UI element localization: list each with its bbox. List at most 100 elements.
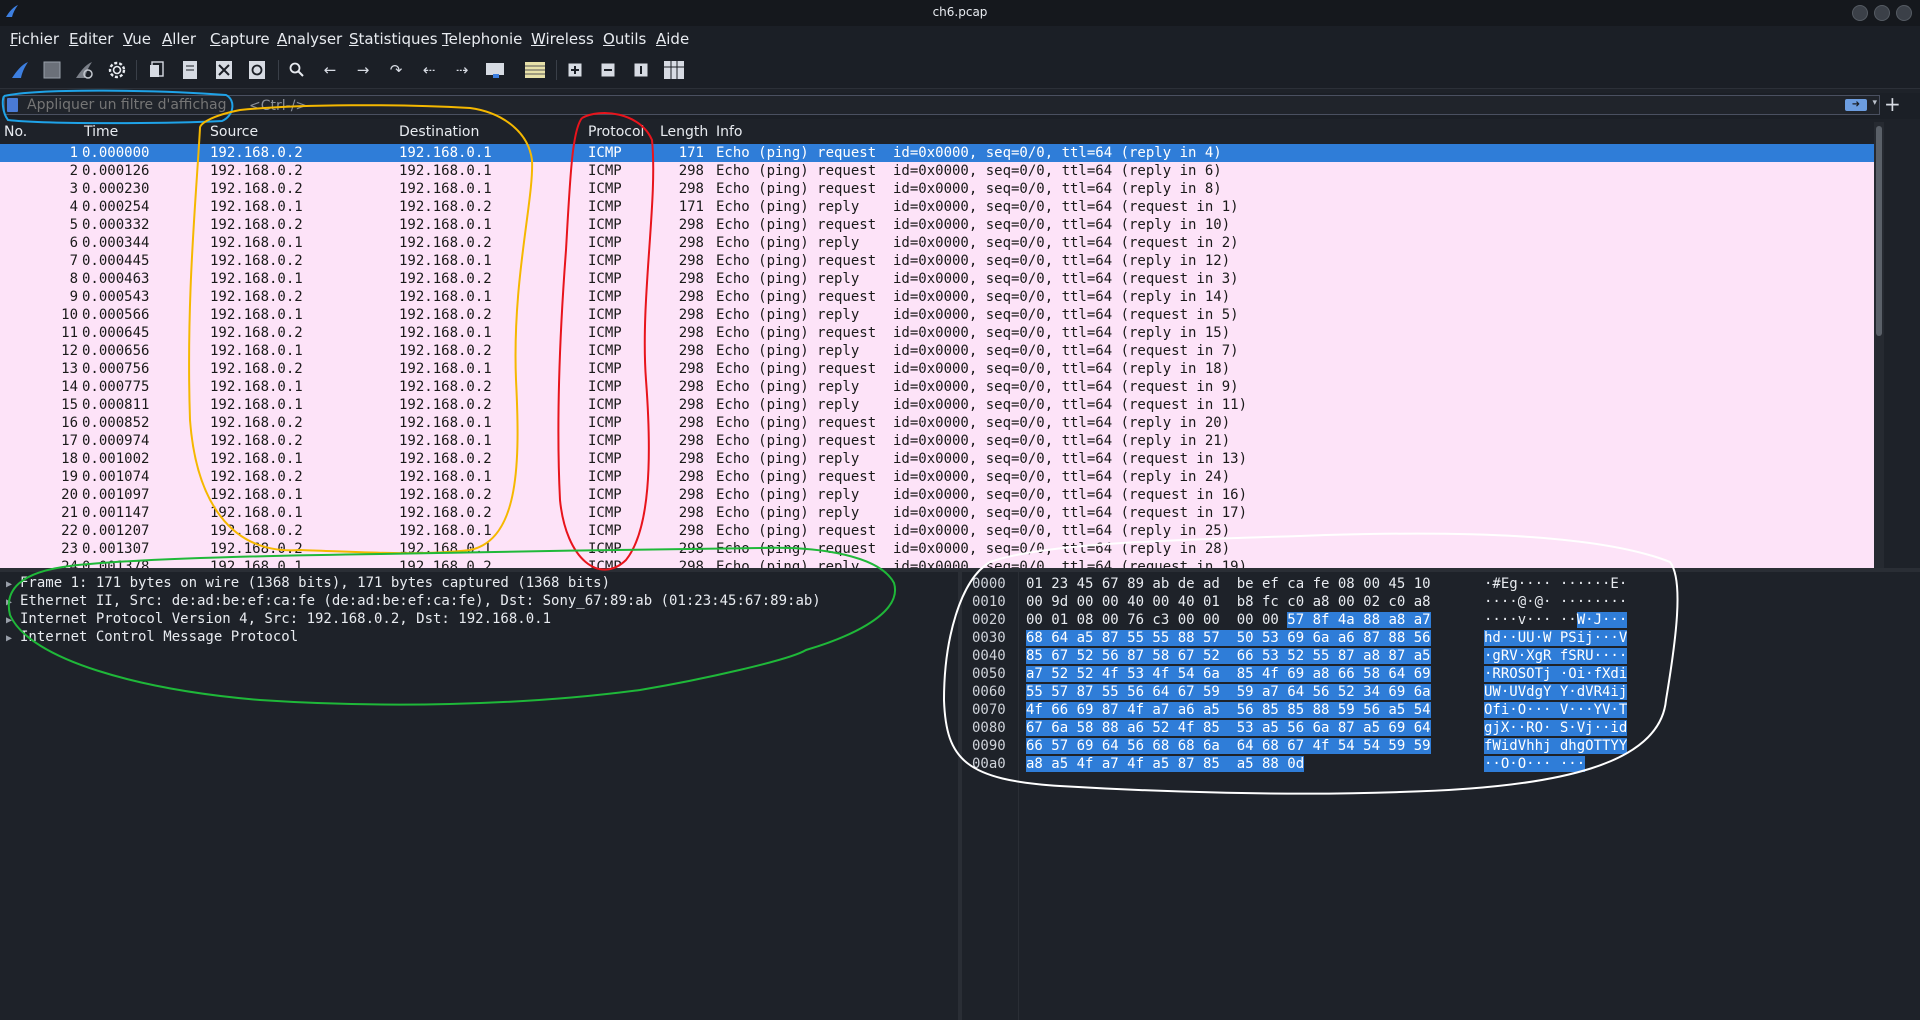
packet-list-scrollbar[interactable]	[1874, 122, 1884, 568]
cell-dst: 192.168.0.2	[399, 307, 492, 323]
packet-row[interactable]: 4 0.000254 192.168.0.1 192.168.0.2 ICMP 171 Ec…	[0, 198, 1874, 216]
menu-aller[interactable]: Aller	[162, 30, 196, 48]
colorize-icon[interactable]	[524, 59, 546, 81]
menu-editer[interactable]: Editer	[69, 30, 113, 48]
forward-arrow-icon[interactable]: →	[352, 59, 374, 81]
packet-row[interactable]: 21 0.001147 192.168.0.1 192.168.0.2 ICMP 298 E…	[0, 504, 1874, 522]
cell-src: 192.168.0.2	[210, 523, 303, 539]
menu-outils[interactable]: Outils	[603, 30, 646, 48]
packet-row[interactable]: 11 0.000645 192.168.0.2 192.168.0.1 ICMP 298 E…	[0, 324, 1874, 342]
packet-row[interactable]: 8 0.000463 192.168.0.1 192.168.0.2 ICMP 298 Ec…	[0, 270, 1874, 288]
zoom-in-icon[interactable]	[564, 59, 586, 81]
go-to-packet-icon[interactable]: ↷	[385, 59, 407, 81]
col-header-protocol[interactable]: Protocol	[588, 124, 644, 140]
packet-row[interactable]: 18 0.001002 192.168.0.1 192.168.0.2 ICMP 298 E…	[0, 450, 1874, 468]
back-arrow-icon[interactable]: ←	[319, 59, 341, 81]
col-header-length[interactable]: Length	[660, 124, 708, 140]
cell-no: 2	[69, 163, 78, 179]
bookmark-icon[interactable]	[7, 98, 18, 112]
gear-options-icon[interactable]	[106, 59, 128, 81]
cell-src: 192.168.0.1	[210, 379, 303, 395]
cell-proto: ICMP	[588, 379, 622, 395]
menu-statistiques[interactable]: Statistiques	[349, 30, 438, 48]
col-header-info[interactable]: Info	[716, 124, 743, 140]
col-header-time[interactable]: Time	[84, 124, 118, 140]
packet-row[interactable]: 17 0.000974 192.168.0.2 192.168.0.1 ICMP 298 E…	[0, 432, 1874, 450]
menu-telephonie[interactable]: Telephonie	[442, 30, 522, 48]
packet-row[interactable]: 12 0.000656 192.168.0.1 192.168.0.2 ICMP 298 E…	[0, 342, 1874, 360]
cell-proto: ICMP	[588, 469, 622, 485]
cell-dst: 192.168.0.1	[399, 325, 492, 341]
menu-wireless[interactable]: Wireless	[531, 30, 594, 48]
packet-row[interactable]: 1 0.000000 192.168.0.2 192.168.0.1 ICMP 171 Ec…	[0, 144, 1874, 162]
maximize-button[interactable]	[1874, 5, 1890, 21]
shark-fin-start-icon[interactable]	[9, 59, 31, 81]
cell-len: 298	[678, 451, 704, 467]
packet-row[interactable]: 9 0.000543 192.168.0.2 192.168.0.1 ICMP 298 Ec…	[0, 288, 1874, 306]
shark-fin-restart-icon[interactable]	[73, 59, 95, 81]
scrollbar-thumb[interactable]	[1876, 126, 1882, 336]
close-window-button[interactable]	[1896, 5, 1912, 21]
packet-row[interactable]: 24 0.001378 192.168.0.1 192.168.0.2 ICMP 298 E…	[0, 558, 1874, 568]
packet-row[interactable]: 15 0.000811 192.168.0.1 192.168.0.2 ICMP 298 E…	[0, 396, 1874, 414]
menu-fichier[interactable]: Fichier	[10, 30, 59, 48]
minimize-button[interactable]	[1852, 5, 1868, 21]
search-icon[interactable]	[286, 59, 308, 81]
packet-row[interactable]: 23 0.001307 192.168.0.2 192.168.0.1 ICMP 298 E…	[0, 540, 1874, 558]
menu-capture[interactable]: Capture	[210, 30, 270, 48]
reload-icon[interactable]	[246, 59, 268, 81]
packet-row[interactable]: 19 0.001074 192.168.0.2 192.168.0.1 ICMP 298 E…	[0, 468, 1874, 486]
col-header-destination[interactable]: Destination	[399, 124, 479, 140]
first-packet-icon[interactable]: ⇠	[418, 59, 440, 81]
cell-len: 298	[678, 523, 704, 539]
expand-arrow-icon[interactable]: ▶	[0, 633, 20, 644]
packet-row[interactable]: 16 0.000852 192.168.0.2 192.168.0.1 ICMP 298 E…	[0, 414, 1874, 432]
autoscroll-icon[interactable]	[484, 59, 506, 81]
menu-analyser[interactable]: Analyser	[277, 30, 342, 48]
menu-aide[interactable]: Aide	[656, 30, 689, 48]
packet-row[interactable]: 7 0.000445 192.168.0.2 192.168.0.1 ICMP 298 Ec…	[0, 252, 1874, 270]
display-filter-input[interactable]	[27, 97, 227, 113]
packet-row[interactable]: 13 0.000756 192.168.0.2 192.168.0.1 ICMP 298 E…	[0, 360, 1874, 378]
open-file-icon[interactable]	[146, 59, 168, 81]
normal-size-icon[interactable]	[630, 59, 652, 81]
cell-no: 11	[61, 325, 78, 341]
zoom-out-icon[interactable]	[597, 59, 619, 81]
cell-dst: 192.168.0.2	[399, 235, 492, 251]
cell-src: 192.168.0.1	[210, 343, 303, 359]
resize-columns-icon[interactable]	[663, 59, 685, 81]
apply-filter-arrow-icon[interactable]: ➜	[1845, 99, 1867, 111]
expand-arrow-icon[interactable]: ▶	[0, 597, 20, 608]
close-file-icon[interactable]	[213, 59, 235, 81]
cell-dst: 192.168.0.2	[399, 487, 492, 503]
packet-row[interactable]: 20 0.001097 192.168.0.1 192.168.0.2 ICMP 298 E…	[0, 486, 1874, 504]
filter-dropdown-icon[interactable]: ▾	[1872, 98, 1877, 108]
byte-ascii: ··O·O··· ···	[1484, 756, 1586, 772]
byte-hex: 00 9d 00 00 40 00 40 01 b8 fc c0 a8 00 0…	[1026, 594, 1431, 610]
add-filter-button-icon[interactable]: +	[1884, 94, 1901, 114]
cell-src: 192.168.0.1	[210, 235, 303, 251]
packet-row[interactable]: 5 0.000332 192.168.0.2 192.168.0.1 ICMP 298 Ec…	[0, 216, 1874, 234]
col-header-no[interactable]: No.	[4, 124, 27, 140]
packet-row[interactable]: 3 0.000230 192.168.0.2 192.168.0.1 ICMP 298 Ec…	[0, 180, 1874, 198]
packet-details-pane: ▶ Frame 1: 171 bytes on wire (1368 bits),…	[0, 572, 958, 1020]
last-packet-icon[interactable]: ⇢	[451, 59, 473, 81]
packet-row[interactable]: 14 0.000775 192.168.0.1 192.168.0.2 ICMP 298 E…	[0, 378, 1874, 396]
packet-row[interactable]: 10 0.000566 192.168.0.1 192.168.0.2 ICMP 298 E…	[0, 306, 1874, 324]
detail-tree-item[interactable]: ▶ Internet Protocol Version 4, Src: 192.1…	[0, 611, 551, 629]
detail-tree-item[interactable]: ▶ Ethernet II, Src: de:ad:be:ef:ca:fe (de…	[0, 593, 821, 611]
menu-vue[interactable]: Vue	[123, 30, 151, 48]
packet-row[interactable]: 6 0.000344 192.168.0.1 192.168.0.2 ICMP 298 Ec…	[0, 234, 1874, 252]
save-file-icon[interactable]	[179, 59, 201, 81]
stop-square-icon[interactable]	[41, 59, 63, 81]
byte-hex: 00 01 08 00 76 c3 00 00 00 00 57 8f 4a 8…	[1026, 612, 1431, 628]
cell-src: 192.168.0.2	[210, 217, 303, 233]
detail-tree-item[interactable]: ▶ Internet Control Message Protocol	[0, 629, 298, 647]
packet-row[interactable]: 22 0.001207 192.168.0.2 192.168.0.1 ICMP 298 E…	[0, 522, 1874, 540]
packet-row[interactable]: 2 0.000126 192.168.0.2 192.168.0.1 ICMP 298 Ec…	[0, 162, 1874, 180]
expand-arrow-icon[interactable]: ▶	[0, 615, 20, 626]
col-header-source[interactable]: Source	[210, 124, 258, 140]
expand-arrow-icon[interactable]: ▶	[0, 579, 20, 590]
detail-tree-item[interactable]: ▶ Frame 1: 171 bytes on wire (1368 bits),…	[0, 575, 610, 593]
cell-proto: ICMP	[588, 253, 622, 269]
